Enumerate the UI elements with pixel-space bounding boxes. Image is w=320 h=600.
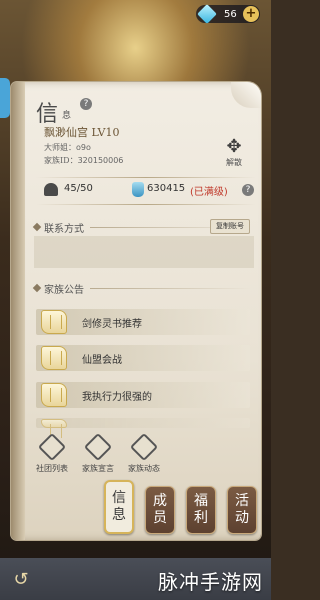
dissolve-icon: ✥ — [226, 136, 242, 157]
contact-content — [34, 236, 254, 268]
scroll-icon — [41, 346, 67, 370]
family-manifesto-label: 家族宣言 — [82, 464, 114, 473]
leader-line: 大师姐：o9o — [44, 142, 91, 153]
notice-text: 我执行力很强的 — [82, 392, 152, 403]
notice-title: 家族公告 — [44, 284, 84, 296]
notice-text: 仙盟会战 — [82, 355, 122, 366]
leader-value: o9o — [76, 143, 91, 152]
tab-members[interactable]: 成员 — [145, 486, 175, 534]
member-count: 45/50 — [64, 183, 93, 194]
diamond-icon — [32, 283, 42, 293]
funds-bottle-icon — [132, 182, 144, 197]
activity-icon — [129, 432, 159, 462]
scroll-icon — [41, 419, 67, 438]
family-stats: 45/50 630415 (已满级) ? — [44, 182, 254, 198]
divider — [36, 204, 256, 205]
family-manifesto-button[interactable]: 家族宣言 — [76, 432, 120, 475]
notice-item[interactable]: 剑修灵书推荐 — [36, 309, 250, 335]
family-activity-button[interactable]: 家族动态 — [122, 432, 166, 475]
guild-list-button[interactable]: 社团列表 — [30, 432, 74, 475]
back-icon[interactable]: ↺ — [10, 569, 32, 591]
scroll-icon — [41, 310, 67, 334]
contact-title: 联系方式 — [44, 223, 84, 235]
tab-members-label: 成员 — [153, 493, 167, 526]
notice-item[interactable]: 仙盟会战 — [36, 345, 250, 371]
leader-label: 大师姐： — [44, 143, 76, 152]
watermark: 脉冲手游网 — [158, 570, 263, 594]
notice-text: 剑修灵书推荐 — [82, 319, 142, 330]
stats-help-icon[interactable]: ? — [242, 184, 254, 196]
currency-value: 56 — [224, 8, 237, 20]
currency-bar: 56 + — [196, 4, 260, 24]
tab-activities[interactable]: 活动 — [227, 486, 257, 534]
dissolve-button[interactable]: ✥ 解散 — [219, 137, 249, 169]
notice-item[interactable]: 我执行力很强的 — [36, 382, 250, 408]
contact-section-header: 联系方式 复制账号 — [32, 219, 254, 235]
family-id-value: 320150006 — [77, 156, 124, 165]
notice-section-header: 家族公告 — [32, 280, 254, 296]
family-id-line: 家族ID：320150006 — [44, 155, 123, 166]
tab-info[interactable]: 信息 — [104, 480, 134, 534]
gem-icon — [197, 4, 217, 24]
member-icon — [44, 183, 58, 196]
family-id-label: 家族ID： — [44, 156, 78, 165]
tab-info-label: 信息 — [112, 490, 126, 523]
notice-item-partial[interactable] — [36, 418, 250, 438]
tab-welfare[interactable]: 福利 — [186, 486, 216, 534]
max-level-status: (已满级) — [190, 187, 228, 198]
side-tab-handle[interactable] — [0, 78, 10, 118]
list-icon — [37, 432, 67, 462]
panel-title-sub: 息 — [62, 111, 72, 121]
family-funds: 630415 — [147, 183, 186, 194]
help-icon[interactable]: ? — [80, 98, 92, 110]
tab-activities-label: 活动 — [235, 493, 249, 526]
family-name: 飘渺仙宫 LV10 — [44, 126, 120, 139]
diamond-icon — [32, 222, 42, 232]
dissolve-label: 解散 — [226, 158, 242, 167]
copy-account-button[interactable]: 复制账号 — [210, 219, 250, 234]
tab-welfare-label: 福利 — [194, 493, 208, 526]
scroll-icon — [41, 383, 67, 407]
add-currency-button[interactable]: + — [243, 6, 259, 22]
divider — [36, 177, 256, 178]
book-spine — [11, 82, 25, 540]
manifesto-icon — [83, 432, 113, 462]
family-activity-label: 家族动态 — [128, 464, 160, 473]
section-line — [90, 287, 250, 289]
guild-list-label: 社团列表 — [36, 464, 68, 473]
